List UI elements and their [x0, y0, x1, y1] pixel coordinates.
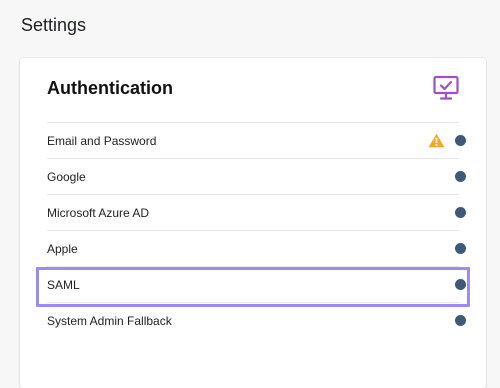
authentication-title: Authentication [47, 78, 173, 98]
status-dot [455, 279, 466, 290]
auth-row-saml[interactable]: SAML [47, 266, 466, 302]
status-dot [455, 315, 466, 326]
monitor-check-icon [433, 75, 459, 100]
status-dot [455, 135, 466, 146]
auth-row-label: Apple [47, 242, 78, 256]
auth-row-google[interactable]: Google [47, 158, 466, 194]
page-title: Settings [21, 15, 87, 35]
status-dot [455, 171, 466, 182]
auth-method-list: Email and Password Google Microsoft Azur… [47, 122, 466, 338]
auth-row-system-admin-fallback[interactable]: System Admin Fallback [47, 302, 466, 338]
auth-row-label: Microsoft Azure AD [47, 206, 150, 220]
auth-row-microsoft-azure-ad[interactable]: Microsoft Azure AD [47, 194, 466, 230]
auth-row-label: System Admin Fallback [47, 314, 172, 328]
auth-row-label: SAML [47, 278, 80, 292]
authentication-card: Authentication Email and Password Google… [20, 58, 486, 388]
auth-row-email-password[interactable]: Email and Password [47, 122, 466, 158]
auth-row-label: Google [47, 170, 86, 184]
status-dot [455, 207, 466, 218]
status-dot [455, 243, 466, 254]
auth-row-apple[interactable]: Apple [47, 230, 466, 266]
auth-row-label: Email and Password [47, 134, 157, 148]
warning-icon [428, 133, 445, 148]
